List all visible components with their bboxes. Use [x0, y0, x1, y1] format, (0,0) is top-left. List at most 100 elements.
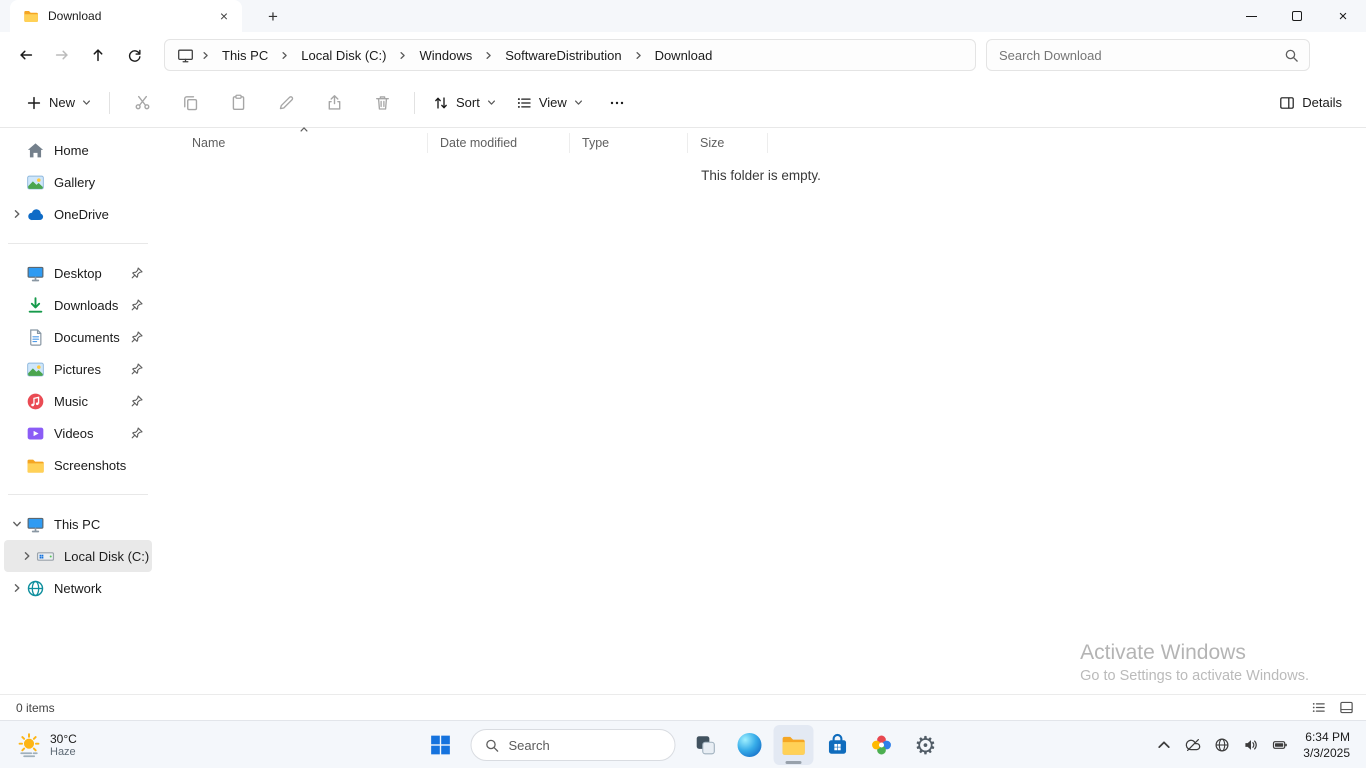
- sidebar-item-pictures[interactable]: Pictures: [4, 353, 152, 385]
- view-toggles: [1306, 698, 1358, 718]
- paste-button[interactable]: [218, 85, 258, 121]
- up-icon: [90, 47, 106, 63]
- delete-button[interactable]: [362, 85, 402, 121]
- photos-button[interactable]: [862, 725, 902, 765]
- system-tray: 6:34 PM 3/3/2025: [1150, 721, 1354, 769]
- view-button[interactable]: View: [506, 85, 593, 121]
- maximize-button[interactable]: [1274, 0, 1320, 32]
- explorer-tab[interactable]: Download ×: [10, 0, 242, 32]
- details-button[interactable]: Details: [1269, 85, 1350, 121]
- gallery-icon: [26, 173, 45, 192]
- photos-icon: [870, 733, 894, 757]
- share-button[interactable]: [314, 85, 354, 121]
- large-icons-view-button[interactable]: [1334, 698, 1358, 718]
- sidebar-item-gallery[interactable]: Gallery: [4, 166, 152, 198]
- edge-button[interactable]: [730, 725, 770, 765]
- copy-button[interactable]: [170, 85, 210, 121]
- sidebar-item-home[interactable]: Home: [4, 134, 152, 166]
- column-header-name[interactable]: Name: [180, 133, 428, 153]
- breadcrumb-this-pc[interactable]: This PC: [217, 45, 273, 66]
- command-bar: New Sort View Details: [0, 78, 1366, 128]
- sidebar-item-label: Desktop: [54, 266, 131, 281]
- status-bar: 0 items: [0, 694, 1366, 720]
- up-button[interactable]: [80, 38, 116, 72]
- trash-icon: [374, 94, 391, 111]
- toolbar-divider: [414, 92, 415, 114]
- address-bar[interactable]: This PC Local Disk (C:) Windows Software…: [164, 39, 976, 71]
- breadcrumb-chevron-icon[interactable]: [201, 51, 210, 60]
- network-tray-button[interactable]: [1208, 729, 1235, 761]
- sidebar-item-network[interactable]: Network: [4, 572, 152, 604]
- refresh-button[interactable]: [116, 38, 152, 72]
- tab-close-button[interactable]: ×: [212, 4, 236, 28]
- breadcrumb-chevron-icon[interactable]: [280, 51, 289, 60]
- rename-button[interactable]: [266, 85, 306, 121]
- hidden-icons-button[interactable]: [1150, 729, 1177, 761]
- sort-label: Sort: [456, 95, 480, 110]
- sidebar-item-videos[interactable]: Videos: [4, 417, 152, 449]
- taskbar-search[interactable]: Search: [471, 729, 676, 761]
- battery-tray-button[interactable]: [1266, 729, 1293, 761]
- clock[interactable]: 6:34 PM 3/3/2025: [1303, 729, 1354, 761]
- microsoft-store-button[interactable]: [818, 725, 858, 765]
- search-icon[interactable]: [1284, 48, 1299, 63]
- more-options-button[interactable]: [597, 85, 637, 121]
- sidebar-item-local-disk-c[interactable]: Local Disk (C:): [4, 540, 152, 572]
- details-view-button[interactable]: [1306, 698, 1330, 718]
- details-pane-icon: [1279, 95, 1295, 111]
- column-header-type[interactable]: Type: [570, 133, 688, 153]
- paste-icon: [230, 94, 247, 111]
- tab-title: Download: [48, 9, 203, 23]
- pin-icon: [131, 267, 143, 279]
- sort-button[interactable]: Sort: [423, 85, 506, 121]
- search-input[interactable]: [999, 48, 1284, 63]
- breadcrumb-local-disk[interactable]: Local Disk (C:): [296, 45, 391, 66]
- sidebar-item-desktop[interactable]: Desktop: [4, 257, 152, 289]
- file-explorer-window: Download × + × This PC Local Disk (C:) W…: [0, 0, 1366, 768]
- sidebar-item-onedrive[interactable]: OneDrive: [4, 198, 152, 230]
- column-header-size[interactable]: Size: [688, 133, 768, 153]
- file-list-area[interactable]: Name Date modified Type Size This folder…: [156, 128, 1366, 694]
- chevron-right-icon: [12, 209, 22, 219]
- we​ather-widget[interactable]: 30°C Haze: [10, 721, 83, 769]
- breadcrumb-download[interactable]: Download: [650, 45, 718, 66]
- volume-tray-button[interactable]: [1237, 729, 1264, 761]
- sidebar-item-downloads[interactable]: Downloads: [4, 289, 152, 321]
- breadcrumb-chevron-icon[interactable]: [398, 51, 407, 60]
- new-tab-button[interactable]: +: [258, 2, 288, 32]
- breadcrumb-chevron-icon[interactable]: [484, 51, 493, 60]
- search-icon: [485, 738, 500, 753]
- breadcrumb-softwaredistribution[interactable]: SoftwareDistribution: [500, 45, 626, 66]
- clock-date: 3/3/2025: [1303, 745, 1350, 761]
- start-button[interactable]: [421, 725, 461, 765]
- sidebar-item-label: Music: [54, 394, 131, 409]
- breadcrumb-chevron-icon[interactable]: [634, 51, 643, 60]
- onedrive-tray-button[interactable]: [1179, 729, 1206, 761]
- cut-button[interactable]: [122, 85, 162, 121]
- copy-icon: [182, 94, 199, 111]
- close-button[interactable]: ×: [1320, 0, 1366, 32]
- column-header-date-modified[interactable]: Date modified: [428, 133, 570, 153]
- sidebar-item-this-pc[interactable]: This PC: [4, 508, 152, 540]
- sidebar-item-label: Pictures: [54, 362, 131, 377]
- new-button[interactable]: New: [16, 85, 101, 121]
- settings-button[interactable]: ⚙: [906, 725, 946, 765]
- forward-button[interactable]: [44, 38, 80, 72]
- sidebar-item-documents[interactable]: Documents: [4, 321, 152, 353]
- more-icon: [609, 95, 625, 111]
- sidebar-item-label: Local Disk (C:): [64, 549, 152, 564]
- gear-icon: ⚙: [914, 733, 936, 758]
- task-view-button[interactable]: [686, 725, 726, 765]
- breadcrumb-windows[interactable]: Windows: [414, 45, 477, 66]
- sidebar-item-label: OneDrive: [54, 207, 152, 222]
- music-icon: [26, 392, 45, 411]
- sidebar-item-label: Documents: [54, 330, 131, 345]
- file-explorer-button[interactable]: [774, 725, 814, 765]
- cut-icon: [134, 94, 151, 111]
- pin-icon: [131, 427, 143, 439]
- navigation-pane: Home Gallery OneDrive Desktop: [0, 128, 156, 694]
- sidebar-item-screenshots[interactable]: Screenshots: [4, 449, 152, 481]
- sidebar-item-music[interactable]: Music: [4, 385, 152, 417]
- back-button[interactable]: [8, 38, 44, 72]
- minimize-button[interactable]: [1228, 0, 1274, 32]
